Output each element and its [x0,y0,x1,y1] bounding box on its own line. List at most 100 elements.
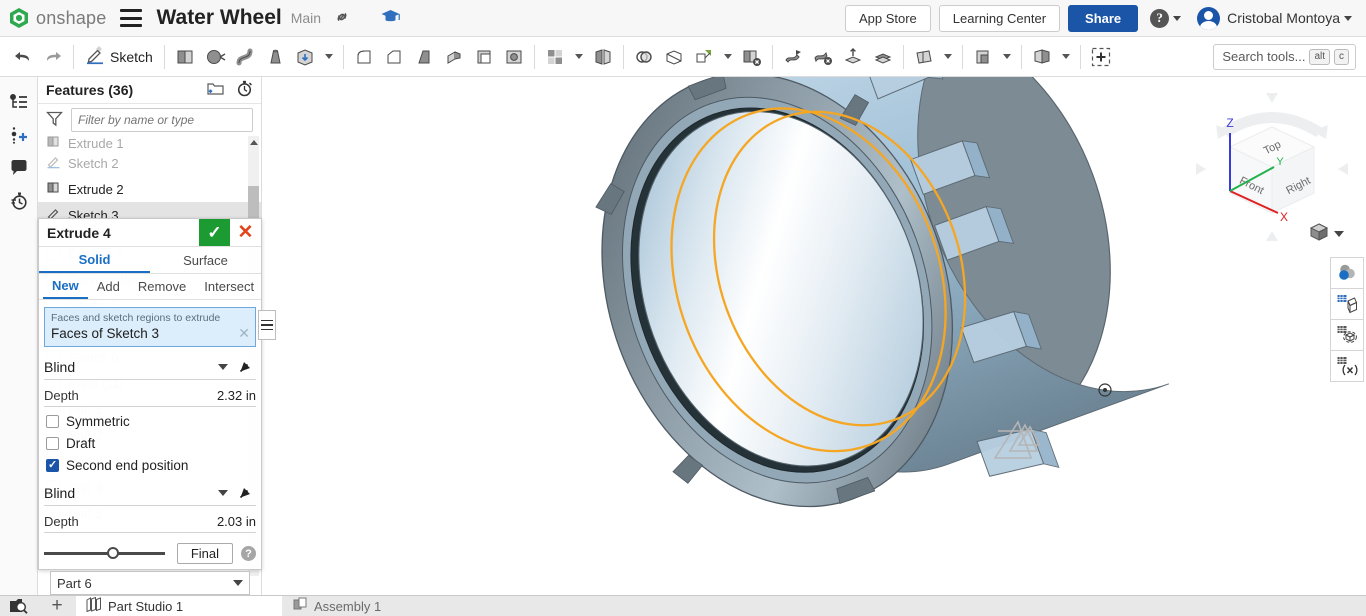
scroll-up-arrow-icon[interactable] [250,140,258,145]
app-store-button[interactable]: App Store [845,5,931,32]
variables-icon[interactable] [1330,350,1364,382]
split-icon[interactable] [659,41,689,73]
new-folder-icon[interactable] [207,81,224,99]
list-item[interactable]: Extrude 2 [38,176,261,202]
help-circle-icon[interactable]: ? [241,546,256,561]
insert-feature-icon[interactable] [1086,41,1116,73]
undo-arrow-icon[interactable] [8,41,38,73]
slider-knob[interactable] [107,547,119,559]
features-filter-input[interactable] [71,108,253,132]
final-button[interactable]: Final [177,543,233,564]
end-condition-dropdown-2[interactable]: Blind [44,480,256,506]
derived-icon[interactable] [968,41,998,73]
link-icon[interactable] [333,8,351,29]
symmetric-checkbox-row[interactable]: Symmetric [46,414,256,429]
offset-surface-icon[interactable] [838,41,868,73]
chevron-down-icon[interactable] [325,54,333,59]
feature-tree-icon[interactable] [0,85,38,118]
tab-intersect[interactable]: Intersect [195,274,263,299]
enclose-icon[interactable] [868,41,898,73]
thicken-icon[interactable] [290,41,320,73]
draft-checkbox[interactable] [46,437,59,450]
flip-direction-arrow-icon[interactable] [238,356,256,377]
plane-icon[interactable] [909,41,939,73]
hole-icon[interactable] [499,41,529,73]
redo-arrow-icon[interactable] [38,41,68,73]
tab-part-studio-1[interactable]: Part Studio 1 [76,596,282,616]
learning-center-button[interactable]: Learning Center [939,5,1060,32]
add-tab-button[interactable]: + [38,596,76,616]
symmetric-checkbox[interactable] [46,415,59,428]
render-cube-icon[interactable] [1330,288,1364,320]
depth-row-1[interactable]: Depth 2.32 in [44,388,256,407]
preview-quality-row: Final ? [44,543,256,564]
search-tools-input[interactable]: Search tools... alt c [1213,44,1356,70]
list-item[interactable]: Extrude 1 [38,136,261,150]
tab-surface[interactable]: Surface [150,247,261,273]
hamburger-menu-icon[interactable] [120,9,142,27]
toolbar-divider [623,45,624,69]
extrude-selection-field[interactable]: Faces and sketch regions to extrude Face… [44,307,256,347]
chevron-down-icon[interactable] [1062,54,1070,59]
boolean-icon[interactable] [629,41,659,73]
second-end-position-checkbox-row[interactable]: Second end position [46,458,256,473]
part-select-dropdown[interactable]: Part 6 [50,571,250,595]
sweep-icon[interactable] [230,41,260,73]
share-button[interactable]: Share [1068,5,1138,32]
chevron-down-icon[interactable] [724,54,732,59]
user-menu[interactable]: Cristobal Montoya [1191,7,1352,30]
graphics-viewport[interactable]: Top Front Right Z X Y [262,77,1366,595]
end-condition-dropdown-1[interactable]: Blind [44,354,256,380]
flip-direction-arrow-icon[interactable] [238,482,256,503]
sketch-plane-icon[interactable] [1027,41,1057,73]
tab-add[interactable]: Add [88,274,129,299]
draft-checkbox-row[interactable]: Draft [46,436,256,451]
appearance-spheres-icon[interactable] [1330,257,1364,289]
chevron-down-icon[interactable] [575,54,583,59]
graduation-cap-icon[interactable] [381,8,400,28]
tab-solid[interactable]: Solid [39,247,150,273]
sketch-button[interactable]: Sketch [79,41,159,73]
tab-remove[interactable]: Remove [129,274,195,299]
shell-icon[interactable] [469,41,499,73]
replace-face-icon[interactable] [808,41,838,73]
chevron-down-icon[interactable] [1003,54,1011,59]
pattern-icon[interactable] [540,41,570,73]
move-face-icon[interactable] [778,41,808,73]
comments-icon[interactable] [0,151,38,184]
add-version-icon[interactable] [0,118,38,151]
extrude-icon[interactable] [170,41,200,73]
revolve-icon[interactable] [200,41,230,73]
tab-new[interactable]: New [43,274,88,299]
mirror-icon[interactable] [588,41,618,73]
list-item[interactable]: Sketch 2 [38,150,261,176]
depth-row-2[interactable]: Depth 2.03 in [44,514,256,533]
rollback-clock-icon[interactable] [236,80,253,100]
draft-icon[interactable] [409,41,439,73]
help-menu[interactable]: ? [1150,9,1181,28]
chevron-down-icon [1344,16,1352,21]
transform-icon[interactable] [689,41,719,73]
chamfer-icon[interactable] [379,41,409,73]
history-icon[interactable] [0,184,38,217]
fillet-icon[interactable] [349,41,379,73]
scrollbar-thumb[interactable] [248,186,259,222]
loft-icon[interactable] [260,41,290,73]
delete-face-icon[interactable] [737,41,767,73]
view-mode-dropdown[interactable] [1309,222,1344,245]
x-close-icon[interactable]: ✕ [230,219,261,246]
rib-icon[interactable] [439,41,469,73]
tab-assembly-1[interactable]: Assembly 1 [282,596,488,616]
zoom-search-icon[interactable] [0,596,38,616]
x-clear-icon[interactable]: ✕ [238,325,250,342]
help-question-icon: ? [1150,9,1169,28]
measure-cube-icon[interactable] [1330,319,1364,351]
axis-label-y: Y [1276,156,1284,168]
chevron-down-icon[interactable] [944,54,952,59]
second-end-position-checkbox[interactable] [46,459,59,472]
checkmark-icon[interactable]: ✓ [199,219,230,246]
preview-quality-slider[interactable] [44,552,165,555]
brand-home-link[interactable]: onshape [8,7,106,29]
funnel-filter-icon[interactable] [46,110,63,130]
list-lines-icon[interactable] [258,310,276,340]
